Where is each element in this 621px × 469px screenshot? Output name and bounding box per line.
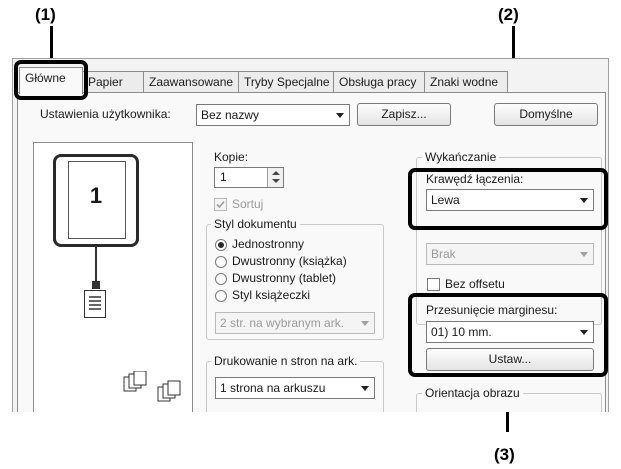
spin-arrows-icon[interactable]	[267, 168, 283, 187]
staple-select[interactable]: Brak	[426, 243, 594, 265]
n-up-legend: Drukowanie n stron na ark.	[211, 354, 361, 368]
defaults-button[interactable]: Domyślne	[494, 103, 598, 126]
radio-two-sided-tablet[interactable]	[215, 273, 227, 285]
user-settings-select[interactable]: Bez nazwy	[196, 104, 350, 126]
no-offset-checkbox[interactable]	[427, 278, 440, 291]
no-offset-label: Bez offsetu	[445, 277, 505, 291]
radio-one-sided[interactable]	[215, 239, 227, 251]
tab-paper[interactable]: Papier	[82, 71, 144, 93]
booklet-pages-value: 2 str. na wybranym ark.	[220, 316, 345, 330]
tab-main[interactable]: Główne	[19, 67, 83, 94]
user-settings-label: Ustawienia użytkownika:	[40, 107, 171, 121]
tab-watermarks[interactable]: Znaki wodne	[424, 71, 508, 93]
tab-special-modes[interactable]: Tryby Specjalne	[238, 71, 334, 93]
booklet-pages-select[interactable]: 2 str. na wybranym ark.	[215, 312, 375, 334]
highlight-binding-edge	[408, 168, 608, 230]
radio-booklet-label: Styl książeczki	[232, 288, 311, 302]
tab-job-handling[interactable]: Obsługa pracy	[333, 71, 425, 93]
page-number: 1	[89, 183, 103, 208]
sort-checkbox[interactable]	[214, 198, 227, 211]
radio-booklet[interactable]	[215, 290, 227, 302]
user-settings-value: Bez nazwy	[201, 108, 260, 122]
document-style-legend: Styl dokumentu	[211, 217, 300, 231]
highlight-margin-shift	[408, 293, 608, 377]
copies-value: 1	[220, 170, 227, 184]
document-icon	[84, 290, 106, 318]
page-preview: 1	[53, 154, 139, 247]
n-up-select[interactable]: 1 strona na arkuszu	[215, 377, 375, 399]
chevron-down-icon	[336, 113, 344, 118]
callout-3: (3)	[494, 445, 515, 464]
save-settings-button[interactable]: Zapisz...	[357, 103, 451, 126]
tab-advanced[interactable]: Zaawansowane	[143, 71, 239, 93]
multi-copy-icon	[122, 370, 188, 403]
finishing-legend: Wykańczanie	[422, 150, 500, 164]
radio-two-sided-book[interactable]	[215, 256, 227, 268]
copies-spinner[interactable]: 1	[214, 167, 284, 188]
radio-two-sided-book-label: Dwustronny (książka)	[232, 254, 347, 268]
callout-1: (1)	[35, 5, 56, 24]
radio-one-sided-label: Jednostronny	[232, 237, 305, 251]
staple-value: Brak	[431, 247, 456, 261]
sort-label: Sortuj	[232, 197, 264, 211]
n-up-value: 1 strona na arkuszu	[220, 381, 326, 395]
preview-pane: 1	[33, 142, 193, 412]
callout-2: (2)	[498, 5, 519, 24]
chevron-down-icon	[361, 386, 369, 391]
copies-label: Kopie:	[214, 150, 249, 164]
tab-strip: Główne Papier Zaawansowane Tryby Specjal…	[13, 67, 608, 94]
chevron-down-icon	[361, 321, 369, 326]
connector-node	[92, 281, 100, 289]
orientation-legend: Orientacja obrazu	[422, 386, 523, 400]
radio-two-sided-tablet-label: Dwustronny (tablet)	[232, 271, 337, 285]
chevron-down-icon	[580, 252, 588, 257]
